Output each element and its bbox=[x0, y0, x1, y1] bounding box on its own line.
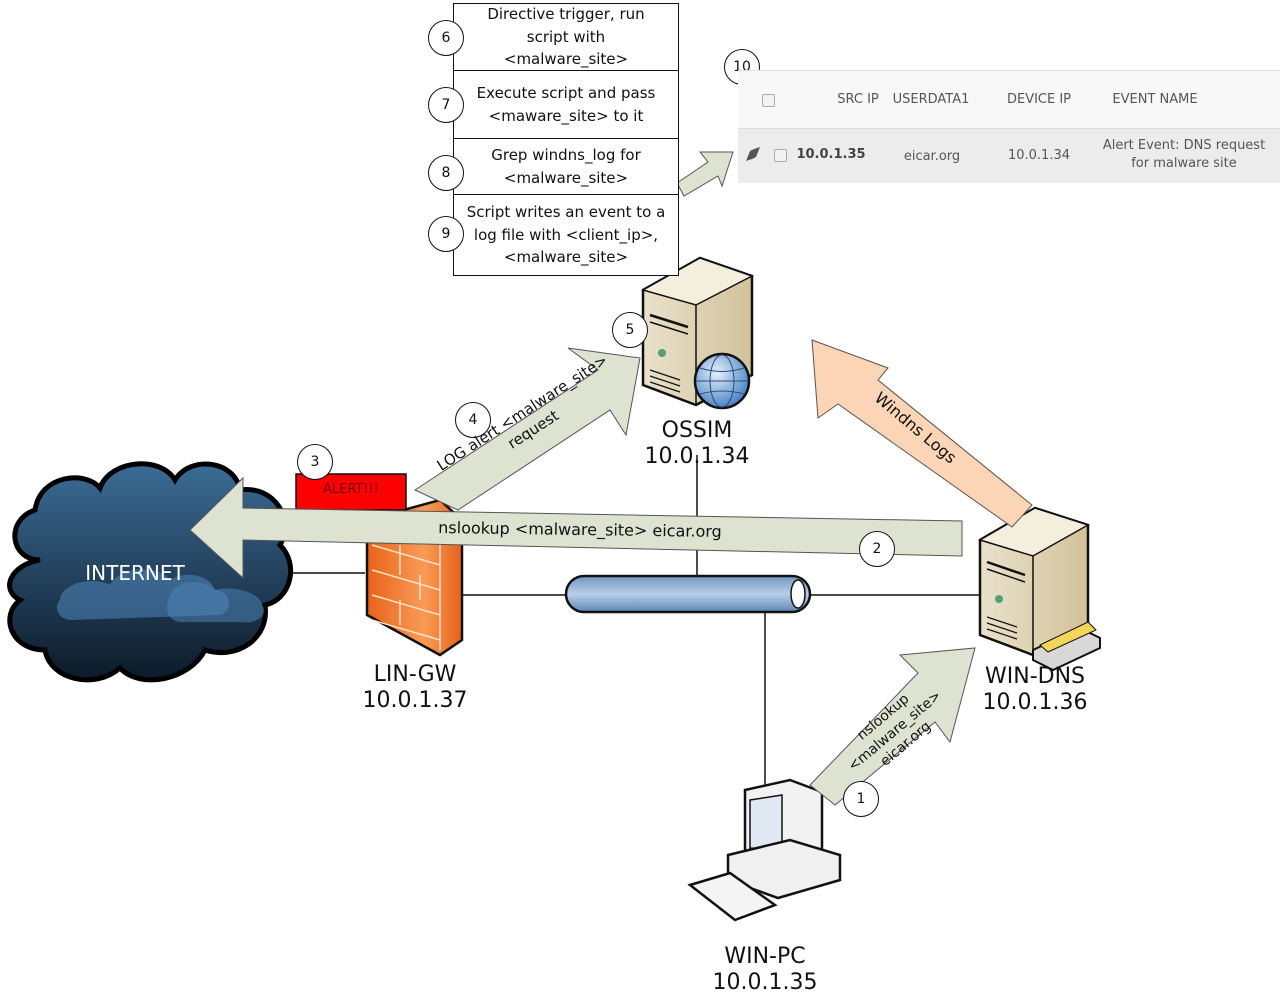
userdata1-cell: eicar.org bbox=[903, 149, 961, 164]
gateway-label: LIN-GW 10.0.1.37 bbox=[340, 662, 490, 715]
step-8-text-line: <malware_site> bbox=[503, 168, 629, 187]
src-ip-cell: 10.0.1.35 bbox=[796, 147, 866, 162]
gateway-name: LIN-GW bbox=[373, 662, 457, 687]
step-6-box: Directive trigger, run script with <malwar… bbox=[453, 3, 679, 71]
table-header: SRC IP USERDATA1 DEVICE IP EVENT NAME bbox=[738, 70, 1280, 129]
siem-events-table: SRC IP USERDATA1 DEVICE IP EVENT NAME 10… bbox=[738, 70, 1280, 184]
step-number-5: 5 bbox=[612, 312, 648, 348]
arrow-step-10 bbox=[676, 151, 734, 197]
step-7-text-line: <maware_site> to it bbox=[488, 106, 644, 125]
step-8-box: Grep windns_log for <malware_site> bbox=[453, 138, 679, 195]
column-header-event-name[interactable]: EVENT NAME bbox=[1104, 92, 1206, 107]
column-header-userdata1[interactable]: USERDATA1 bbox=[890, 92, 972, 107]
ossim-ip: 10.0.1.34 bbox=[644, 444, 750, 470]
step-number-7: 7 bbox=[428, 87, 464, 123]
ossim-name: OSSIM bbox=[661, 418, 733, 443]
device-ip-cell: 10.0.1.34 bbox=[1007, 148, 1071, 163]
step-number-9: 9 bbox=[428, 216, 464, 252]
dns-server-icon bbox=[978, 506, 1101, 672]
workstation-icon bbox=[687, 778, 842, 922]
step-6-text-line: <malware_site> bbox=[503, 50, 629, 69]
arrow-step-2-label: nslookup <malware_site> eicar.org bbox=[438, 518, 722, 541]
pc-label: WIN-PC 10.0.1.35 bbox=[690, 944, 840, 997]
network-bus bbox=[564, 574, 812, 614]
step-9-text-line: <malware_site> bbox=[503, 248, 629, 267]
step-6-text-line: script with bbox=[526, 27, 606, 46]
step-7-text-line: Execute script and pass bbox=[476, 84, 656, 102]
row-checkbox[interactable] bbox=[774, 149, 787, 162]
ossim-label: OSSIM 10.0.1.34 bbox=[622, 418, 772, 471]
step-6-text-line: Directive trigger, run bbox=[487, 5, 645, 24]
globe-icon bbox=[693, 352, 751, 410]
pc-name: WIN-PC bbox=[724, 944, 806, 969]
step-number-2: 2 bbox=[859, 531, 895, 567]
step-9-text-line: log file with <client_ip>, bbox=[473, 225, 659, 244]
gateway-ip: 10.0.1.37 bbox=[362, 688, 468, 714]
step-7-box: Execute script and pass <maware_site> to … bbox=[453, 70, 679, 139]
ticket-icon[interactable] bbox=[744, 147, 762, 161]
event-name-line: for malware site bbox=[1131, 156, 1237, 172]
pc-ip: 10.0.1.35 bbox=[712, 970, 818, 996]
column-header-device-ip[interactable]: DEVICE IP bbox=[996, 92, 1082, 107]
dns-ip: 10.0.1.36 bbox=[982, 690, 1088, 716]
step-9-box: Script writes an event to a log file with… bbox=[453, 194, 679, 276]
internet-label: INTERNET bbox=[85, 561, 185, 585]
step-number-3: 3 bbox=[297, 444, 333, 480]
step-8-text-line: Grep windns_log for bbox=[491, 146, 641, 164]
column-header-src-ip[interactable]: SRC IP bbox=[828, 92, 888, 107]
table-row[interactable]: 10.0.1.35 eicar.org 10.0.1.34 Alert Even… bbox=[738, 128, 1280, 183]
step-number-8: 8 bbox=[428, 155, 464, 191]
dns-name: WIN-DNS bbox=[985, 664, 1085, 689]
select-all-checkbox[interactable] bbox=[762, 94, 775, 107]
step-number-6: 6 bbox=[428, 20, 464, 56]
alert-label: ALERT!!! bbox=[322, 482, 379, 497]
step-9-text-line: Script writes an event to a bbox=[466, 203, 666, 222]
event-name-cell: Alert Event: DNS request for malware sit… bbox=[1092, 137, 1276, 173]
event-name-line: Alert Event: DNS request bbox=[1102, 138, 1266, 153]
dns-label: WIN-DNS 10.0.1.36 bbox=[960, 664, 1110, 717]
